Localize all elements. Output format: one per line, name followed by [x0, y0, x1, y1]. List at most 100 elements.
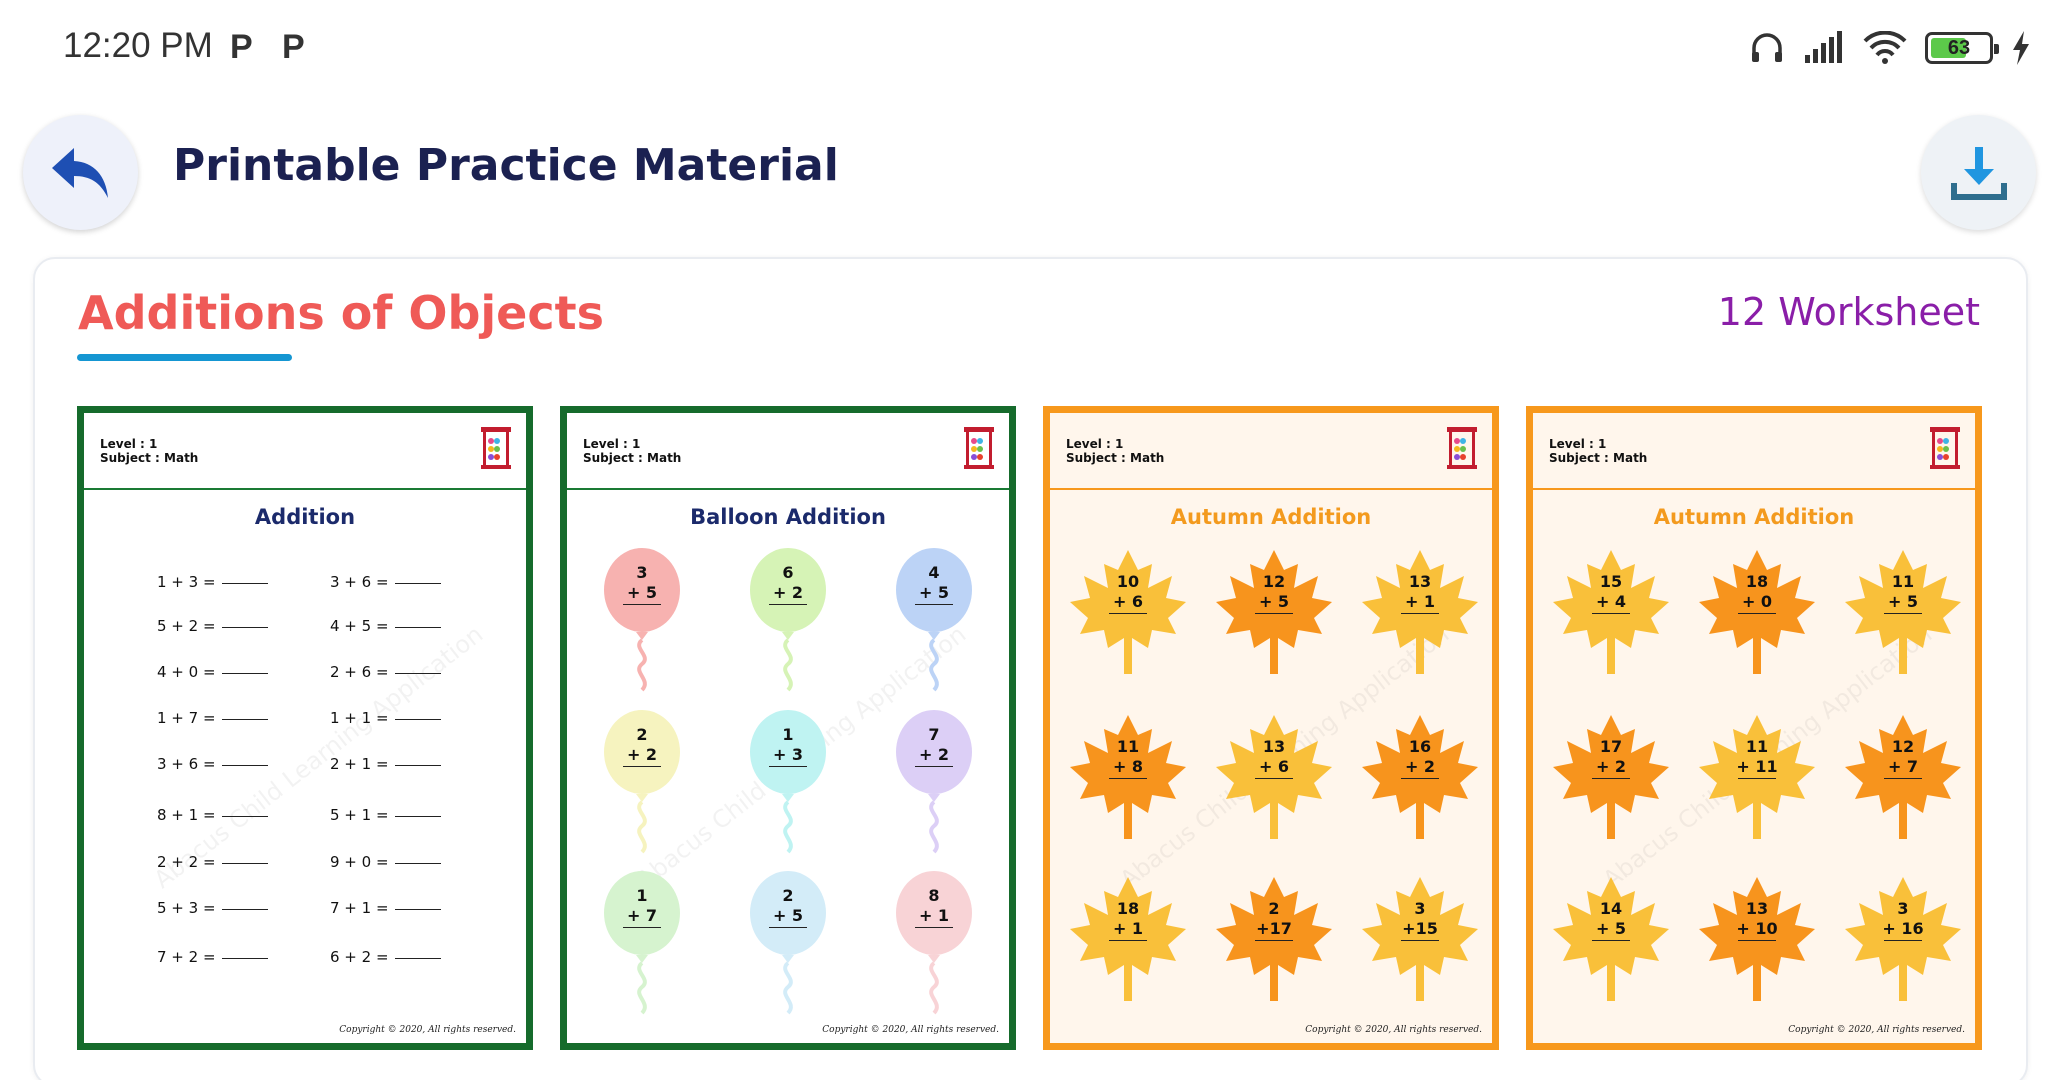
worksheet-thumbnail-balloon-addition[interactable]: Level : 1 Subject : Math Balloon Additio…: [560, 406, 1016, 1050]
addend-top: 2: [782, 886, 794, 905]
worksheet-title: Autumn Addition: [1653, 505, 1855, 529]
leaf-problem: 11 + 5: [1843, 548, 1963, 678]
addend-bottom: + 0: [1741, 592, 1773, 611]
addend-bottom: + 2: [626, 745, 658, 764]
worksheet-subject: Subject : Math: [100, 451, 199, 465]
worksheet-level: Level : 1: [583, 437, 641, 451]
section-underline: [77, 354, 292, 361]
equation: 2 + 1 =: [330, 755, 441, 773]
leaf-problem: 13 + 1: [1360, 548, 1480, 678]
addend-top: 18: [1116, 899, 1140, 918]
addend-top: 1: [636, 886, 648, 905]
leaf-problem: 13 + 10: [1697, 875, 1817, 1005]
addend-bottom: + 2: [918, 745, 950, 764]
worksheet-header: Level : 1 Subject : Math: [567, 413, 1009, 490]
answer-blank: [221, 672, 268, 674]
addend-bottom: + 4: [1595, 592, 1627, 611]
answer-blank: [221, 862, 268, 864]
equation-text: 5 + 1 =: [330, 806, 389, 824]
addend-bottom: + 5: [1887, 592, 1919, 611]
worksheet-subject: Subject : Math: [1549, 451, 1648, 465]
page-title: Printable Practice Material: [173, 140, 839, 191]
addend-top: 12: [1891, 737, 1915, 756]
addend-top: 14: [1599, 899, 1623, 918]
answer-blank: [394, 582, 441, 584]
leaf-problem: 2 +17: [1214, 875, 1334, 1005]
answer-blank: [221, 582, 268, 584]
addend-top: 11: [1116, 737, 1140, 756]
worksheet-header: Level : 1 Subject : Math: [1050, 413, 1492, 490]
leaf-problem: 12 + 7: [1843, 713, 1963, 843]
worksheet-title: Balloon Addition: [690, 505, 886, 529]
charging-icon: [2013, 31, 2029, 65]
worksheet-meta: Level : 1 Subject : Math: [1066, 437, 1164, 465]
worksheet-thumbnail-autumn-addition-2[interactable]: Level : 1 Subject : Math Autumn Addition…: [1526, 406, 1982, 1050]
leaf-problem: 13 + 6: [1214, 713, 1334, 843]
back-button[interactable]: [23, 115, 138, 230]
equation-text: 7 + 1 =: [330, 899, 389, 917]
balloon-problem: 3 + 5: [602, 548, 682, 708]
addend-top: 18: [1745, 572, 1769, 591]
battery-level: 63: [1947, 36, 1971, 59]
equation: 1 + 3 =: [157, 573, 268, 591]
abacus-logo-icon: [1930, 427, 1960, 469]
undo-arrow-icon: [51, 147, 108, 198]
addend-bottom: + 6: [1258, 757, 1290, 776]
addend-top: 3: [1897, 899, 1909, 918]
equation: 9 + 0 =: [330, 853, 441, 871]
addend-top: 8: [928, 886, 940, 905]
answer-blank: [221, 764, 268, 766]
worksheet-meta: Level : 1 Subject : Math: [1549, 437, 1647, 465]
leaf-problem: 18 + 1: [1068, 875, 1188, 1005]
notification-p-icon: P: [230, 28, 253, 66]
addend-bottom: + 8: [1112, 757, 1144, 776]
equation: 1 + 7 =: [157, 709, 268, 727]
worksheet-thumbnail-autumn-addition[interactable]: Level : 1 Subject : Math Autumn Addition…: [1043, 406, 1499, 1050]
worksheet-level: Level : 1: [1549, 437, 1607, 451]
addend-top: 4: [928, 563, 940, 582]
answer-blank: [221, 957, 268, 959]
balloon-problem: 2 + 2: [602, 710, 682, 870]
balloon-problem: 8 + 1: [894, 871, 974, 1031]
addend-bottom: + 7: [626, 906, 658, 925]
worksheet-copyright: Copyright © 2020, All rights reserved.: [1788, 1025, 1965, 1035]
abacus-logo-icon: [964, 427, 994, 469]
worksheet-thumbnail-addition[interactable]: Level : 1 Subject : Math Addition Abacus…: [77, 406, 533, 1050]
equation-text: 1 + 1 =: [330, 709, 389, 727]
worksheet-title: Addition: [254, 505, 356, 529]
download-button[interactable]: [1921, 115, 2036, 230]
worksheet-level: Level : 1: [100, 437, 158, 451]
addend-top: 3: [636, 563, 648, 582]
leaf-problem: 10 + 6: [1068, 548, 1188, 678]
answer-blank: [394, 815, 441, 817]
leaf-problem: 3 + 16: [1843, 875, 1963, 1005]
answer-blank: [221, 718, 268, 720]
addend-top: 7: [928, 725, 940, 744]
worksheet-header: Level : 1 Subject : Math: [1533, 413, 1975, 490]
addend-bottom: + 5: [626, 583, 658, 602]
worksheet-subject: Subject : Math: [1066, 451, 1165, 465]
answer-blank: [394, 764, 441, 766]
equation: 4 + 5 =: [330, 617, 441, 635]
abacus-logo-icon: [1447, 427, 1477, 469]
equation-text: 8 + 1 =: [157, 806, 216, 824]
leaf-problem: 14 + 5: [1551, 875, 1671, 1005]
worksheet-copyright: Copyright © 2020, All rights reserved.: [339, 1025, 516, 1035]
equation-text: 2 + 2 =: [157, 853, 216, 871]
addend-bottom: + 10: [1736, 919, 1778, 938]
battery-icon: 63: [1925, 32, 1999, 64]
download-icon: [1950, 146, 2007, 200]
balloon-problem: 4 + 5: [894, 548, 974, 708]
abacus-logo-icon: [481, 427, 511, 469]
addend-top: 16: [1408, 737, 1432, 756]
equation: 8 + 1 =: [157, 806, 268, 824]
balloon-problem: 2 + 5: [748, 871, 828, 1031]
addend-top: 1: [782, 725, 794, 744]
leaf-problem: 15 + 4: [1551, 548, 1671, 678]
equation-text: 1 + 3 =: [157, 573, 216, 591]
equation-text: 9 + 0 =: [330, 853, 389, 871]
answer-blank: [221, 626, 268, 628]
equation: 6 + 2 =: [330, 948, 441, 966]
addend-top: 2: [1268, 899, 1280, 918]
notification-p-icon: P: [282, 28, 305, 66]
